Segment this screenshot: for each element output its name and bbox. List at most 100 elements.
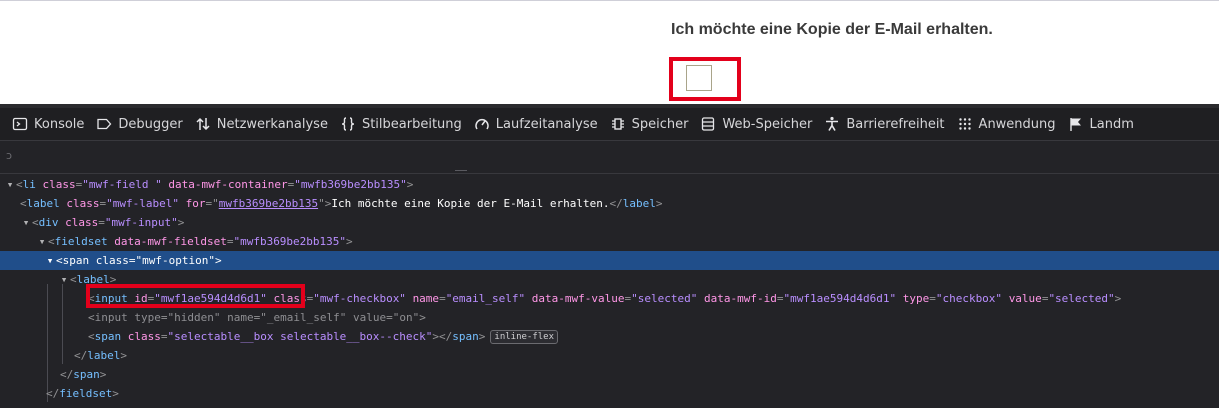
debugger-icon: [96, 116, 112, 132]
collapse-arrow-icon[interactable]: ▾: [44, 251, 56, 270]
memory-icon: [610, 116, 626, 132]
collapse-arrow-icon[interactable]: ▾: [36, 232, 48, 251]
tab-application[interactable]: Anwendung: [957, 116, 1056, 132]
devtools-toolbar: Konsole Debugger Netzwerkanalyse Stilbea…: [0, 108, 1219, 141]
tab-label: Landm: [1089, 116, 1134, 132]
tag-name: span: [452, 330, 479, 343]
markup-line-span-selected[interactable]: ▾ <span class="mwf-option">: [0, 251, 1219, 270]
tag-name: fieldset: [54, 235, 108, 248]
markup-line-hidden-input[interactable]: <input type="hidden" name="_email_self" …: [0, 308, 1219, 327]
search-strip: [455, 170, 467, 171]
application-icon: [957, 116, 973, 132]
markup-line-div[interactable]: ▾ <div class="mwf-input">: [0, 213, 1219, 232]
attr-value: "selected": [631, 292, 698, 305]
tab-landmarks[interactable]: Landm: [1068, 116, 1134, 132]
attr-name: data-mwf-id: [704, 292, 777, 305]
console-icon: [12, 116, 28, 132]
markup-line-label[interactable]: <label class="mwf-label" for="mwfb369be2…: [0, 194, 1219, 213]
tag-name: label: [26, 197, 60, 210]
attr-value: "mwfb369be2bb135": [294, 178, 407, 191]
storage-icon: [700, 116, 716, 132]
tab-accessibility[interactable]: Barrierefreiheit: [824, 116, 945, 132]
tag-name: label: [87, 349, 121, 362]
tab-label: Debugger: [118, 116, 183, 132]
checkbox-highlight-box: [669, 57, 741, 101]
attr-name: name: [412, 292, 440, 305]
attr-name: class: [42, 178, 76, 191]
markup-line-li[interactable]: ▾ <li class="mwf-field " data-mwf-contain…: [0, 175, 1219, 194]
attr-value: "on": [392, 311, 420, 324]
tab-label: Speicher: [631, 116, 689, 132]
tag-name: fieldset: [59, 387, 113, 400]
inline-flex-badge[interactable]: inline-flex: [490, 330, 559, 344]
tab-debugger[interactable]: Debugger: [96, 116, 183, 132]
attr-value: "mwf-option": [135, 254, 215, 267]
tab-storage[interactable]: Web-Speicher: [700, 116, 812, 132]
input-id-highlight-box: [86, 284, 305, 308]
tag-name: div: [38, 216, 59, 229]
attr-value: "checkbox": [935, 292, 1003, 305]
performance-icon: [474, 116, 490, 132]
tag-name: li: [22, 178, 36, 191]
style-editor-icon: [340, 116, 356, 132]
tab-network[interactable]: Netzwerkanalyse: [195, 116, 328, 132]
attr-value: "email_self": [445, 292, 526, 305]
attr-value: "mwf-field ": [82, 178, 162, 191]
markup-line-close-span[interactable]: </span>: [0, 365, 1219, 384]
tab-console[interactable]: Konsole: [12, 116, 84, 132]
attr-name: class: [66, 197, 100, 210]
tag-name: label: [622, 197, 656, 210]
attr-value: "mwfb369be2bb135": [233, 235, 347, 248]
attr-name: value: [352, 311, 387, 324]
collapse-arrow-icon[interactable]: ▾: [20, 213, 32, 232]
attr-name: class: [95, 254, 129, 267]
attr-name: data-mwf-container: [168, 178, 288, 191]
attr-value: "selectable__box selectable__box--check": [167, 330, 433, 343]
collapse-arrow-icon[interactable]: ▾: [58, 270, 70, 289]
markup-line-close-label[interactable]: </label>: [0, 346, 1219, 365]
copy-email-label: Ich möchte eine Kopie der E-Mail erhalte…: [671, 21, 993, 38]
attr-value: "mwf1ae594d4d6d1": [783, 292, 897, 305]
text-node: Ich möchte eine Kopie der E-Mail erhalte…: [331, 197, 610, 210]
tab-label: Web-Speicher: [722, 116, 813, 132]
attr-name: type: [134, 311, 161, 324]
markup-view: ↄ ▾ <li class="mwf-field " data-mwf-conta…: [0, 141, 1219, 408]
tab-style-editor[interactable]: Stilbearbeitung: [340, 116, 462, 132]
attr-value: "hidden": [167, 311, 221, 324]
tag-name: span: [94, 330, 122, 343]
tab-performance[interactable]: Laufzeitanalyse: [474, 116, 598, 132]
tab-label: Anwendung: [978, 116, 1056, 132]
markup-line-fieldset[interactable]: ▾ <fieldset data-mwf-fieldset="mwfb369be2…: [0, 232, 1219, 251]
network-icon: [195, 116, 211, 132]
search-mark: ↄ: [6, 149, 13, 162]
markup-line-span-box[interactable]: <span class="selectable__box selectable_…: [0, 327, 1219, 346]
accessibility-icon: [824, 116, 840, 132]
attr-name: class: [65, 216, 99, 229]
attr-link[interactable]: mwfb369be2bb135: [219, 197, 318, 210]
tag-name: span: [73, 368, 100, 381]
attr-name: type: [902, 292, 930, 305]
attr-name: data-mwf-value: [531, 292, 625, 305]
tab-label: Barrierefreiheit: [846, 116, 945, 132]
attr-value: "mwf-label": [106, 197, 179, 210]
markup-search-row: ↄ: [0, 141, 1219, 174]
tab-label: Laufzeitanalyse: [495, 116, 598, 132]
attr-value: "mwf-checkbox": [313, 292, 406, 305]
collapse-arrow-icon[interactable]: ▾: [4, 175, 16, 194]
tab-label: Konsole: [34, 116, 85, 132]
attr-name: name: [227, 311, 254, 324]
page-viewport: Ich möchte eine Kopie der E-Mail erhalte…: [0, 0, 1219, 105]
tab-label: Stilbearbeitung: [361, 116, 462, 132]
markup-line-close-fieldset[interactable]: </fieldset>: [0, 384, 1219, 403]
attr-value: "selected": [1048, 292, 1115, 305]
attr-value: "mwf-input": [104, 216, 178, 229]
attr-name: for: [185, 197, 206, 210]
tab-memory[interactable]: Speicher: [610, 116, 689, 132]
attr-name: data-mwf-fieldset: [114, 235, 227, 248]
tag-name: input: [94, 311, 128, 324]
attr-name: value: [1008, 292, 1042, 305]
attr-value: "_email_self": [260, 311, 347, 324]
tag-name: span: [62, 254, 90, 267]
attr-name: class: [127, 330, 161, 343]
flag-icon: [1068, 116, 1084, 132]
